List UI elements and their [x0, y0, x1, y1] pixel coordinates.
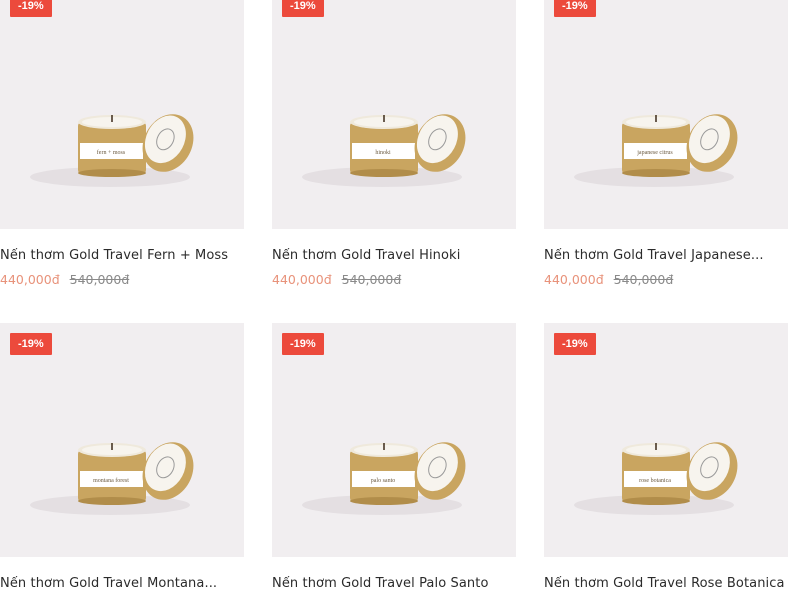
- product-prices: 440,000đ 540,000đ: [0, 272, 244, 290]
- sale-price: 440,000đ: [272, 272, 332, 287]
- candle-tin-image: palo santo: [302, 442, 466, 515]
- product-image[interactable]: palo santo -19%: [272, 323, 516, 557]
- svg-text:montana forest: montana forest: [93, 477, 129, 484]
- sale-price: 440,000đ: [544, 272, 604, 287]
- product-title[interactable]: Nến thơm Gold Travel Japanese...: [544, 248, 788, 268]
- product-image[interactable]: japanese citrus -19%: [544, 0, 788, 229]
- product-title[interactable]: Nến thơm Gold Travel Montana...: [0, 576, 244, 596]
- product-title[interactable]: Nến thơm Gold Travel Palo Santo: [272, 576, 516, 596]
- discount-badge: -19%: [10, 0, 52, 17]
- product-card[interactable]: montana forest -19% Nến thơm Gold Travel…: [0, 323, 244, 596]
- product-image[interactable]: fern + moss -19%: [0, 0, 244, 229]
- svg-text:rose botanica: rose botanica: [639, 478, 671, 484]
- svg-text:fern + moss: fern + moss: [97, 149, 126, 156]
- candle-tin-image: rose botanica: [574, 442, 738, 515]
- original-price: 540,000đ: [69, 272, 130, 287]
- product-card[interactable]: rose botanica -19% Nến thơm Gold Travel …: [544, 323, 788, 596]
- svg-text:hinoki: hinoki: [375, 150, 391, 156]
- candle-tin-image: japanese citrus: [574, 114, 738, 187]
- product-title[interactable]: Nến thơm Gold Travel Hinoki: [272, 248, 516, 268]
- original-price: 540,000đ: [613, 272, 674, 287]
- product-grid: fern + moss -19% Nến thơm Gold Travel Fe…: [0, 0, 800, 603]
- original-price: 540,000đ: [341, 272, 402, 287]
- discount-badge: -19%: [282, 0, 324, 17]
- product-prices: 440,000đ 540,000đ: [272, 272, 516, 290]
- product-title[interactable]: Nến thơm Gold Travel Rose Botanica: [544, 576, 788, 596]
- product-image[interactable]: rose botanica -19%: [544, 323, 788, 557]
- candle-tin-image: montana forest: [30, 442, 194, 515]
- discount-badge: -19%: [554, 333, 596, 355]
- discount-badge: -19%: [554, 0, 596, 17]
- product-card[interactable]: palo santo -19% Nến thơm Gold Travel Pal…: [272, 323, 516, 596]
- candle-tin-image: fern + moss: [30, 114, 194, 187]
- svg-text:palo santo: palo santo: [371, 478, 396, 484]
- candle-tin-image: hinoki: [302, 114, 466, 187]
- product-card[interactable]: hinoki -19% Nến thơm Gold Travel Hinoki …: [272, 0, 516, 290]
- product-title[interactable]: Nến thơm Gold Travel Fern + Moss: [0, 248, 244, 268]
- product-image[interactable]: montana forest -19%: [0, 323, 244, 557]
- svg-text:japanese citrus: japanese citrus: [636, 150, 673, 156]
- product-card[interactable]: japanese citrus -19% Nến thơm Gold Trave…: [544, 0, 788, 290]
- product-prices: 440,000đ 540,000đ: [544, 272, 788, 290]
- product-card[interactable]: fern + moss -19% Nến thơm Gold Travel Fe…: [0, 0, 244, 290]
- product-image[interactable]: hinoki -19%: [272, 0, 516, 229]
- sale-price: 440,000đ: [0, 272, 60, 287]
- discount-badge: -19%: [10, 333, 52, 355]
- discount-badge: -19%: [282, 333, 324, 355]
